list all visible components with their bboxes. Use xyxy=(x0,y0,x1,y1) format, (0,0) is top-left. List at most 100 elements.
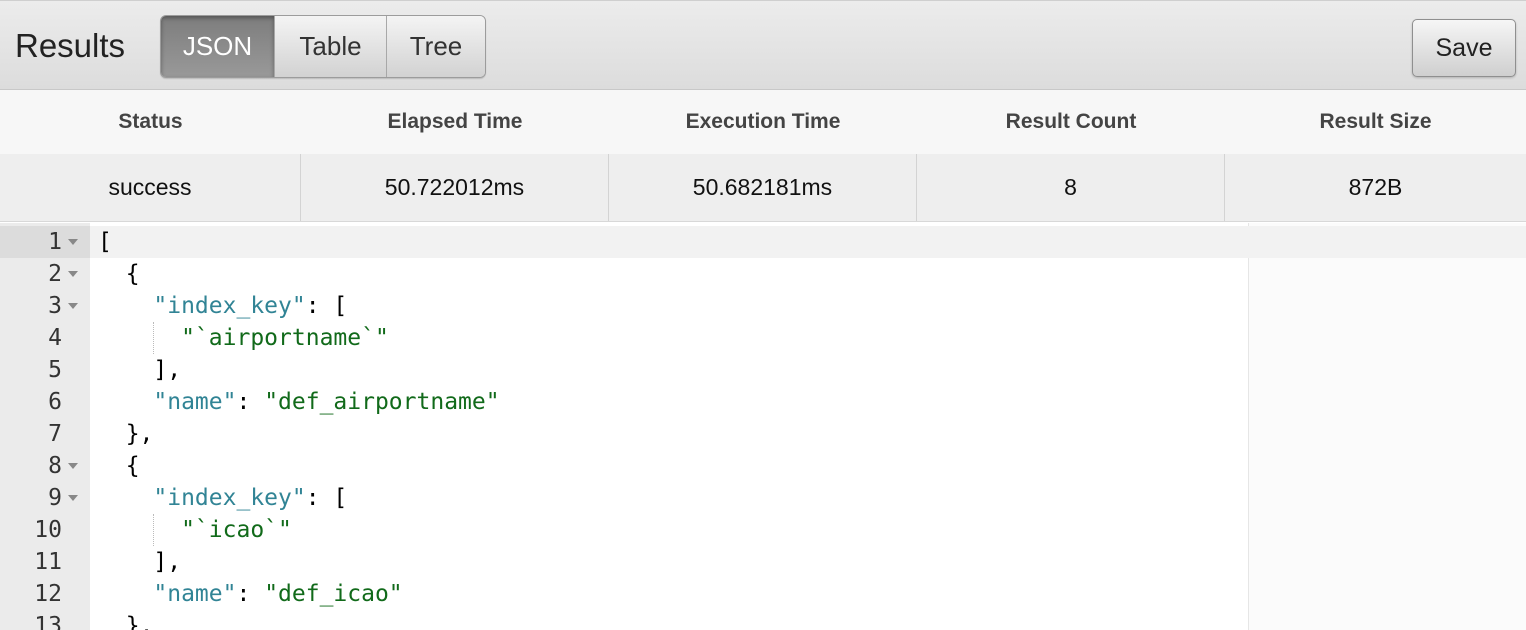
fold-arrow-icon[interactable] xyxy=(68,303,78,309)
code-line[interactable]: 5 ], xyxy=(0,354,1526,386)
code-punctuation: }, xyxy=(98,613,154,630)
fold-arrow-icon[interactable] xyxy=(68,239,78,245)
json-key: "index_key" xyxy=(153,293,306,319)
line-number: 2 xyxy=(0,258,90,290)
line-number: 5 xyxy=(0,354,90,386)
line-number-text: 3 xyxy=(48,293,62,319)
code-text: "`icao`" xyxy=(98,514,292,546)
elapsed-time-header: Elapsed Time xyxy=(387,110,523,133)
json-string-value: "def_icao" xyxy=(264,581,403,607)
fold-arrow-icon[interactable] xyxy=(68,463,78,469)
code-line[interactable]: 9 "index_key": [ xyxy=(0,482,1526,514)
fold-arrow-icon[interactable] xyxy=(68,271,78,277)
code-text: "`airportname`" xyxy=(98,322,389,354)
code-text: }, xyxy=(98,610,154,630)
code-punctuation: ], xyxy=(98,549,182,575)
code-line[interactable]: 6 "name": "def_airportname" xyxy=(0,386,1526,418)
tree-view-button[interactable]: Tree xyxy=(387,16,485,77)
line-number: 9 xyxy=(0,482,90,514)
code-punctuation: { xyxy=(98,453,140,479)
code-text: ], xyxy=(98,546,181,578)
fold-arrow-icon[interactable] xyxy=(68,495,78,501)
indent-guide xyxy=(153,514,155,546)
line-number: 10 xyxy=(0,514,90,546)
line-number-text: 1 xyxy=(48,229,62,255)
code-line[interactable]: 10 "`icao`" xyxy=(0,514,1526,546)
elapsed-time-value: 50.722012ms xyxy=(301,154,609,221)
result-size-header: Result Size xyxy=(1319,110,1432,133)
code-punctuation: : [ xyxy=(305,293,348,319)
line-number-text: 5 xyxy=(48,357,62,383)
code-text: { xyxy=(98,258,140,290)
code-line[interactable]: 12 "name": "def_icao" xyxy=(0,578,1526,610)
view-mode-selector: JSON Table Tree xyxy=(160,15,486,78)
code-punctuation: : [ xyxy=(305,485,348,511)
code-text: "name": "def_airportname" xyxy=(98,386,500,418)
line-number-text: 2 xyxy=(48,261,62,287)
code-punctuation: }, xyxy=(98,421,154,447)
code-text: { xyxy=(98,450,140,482)
line-number: 8 xyxy=(0,450,90,482)
code-text: [ xyxy=(98,226,112,258)
line-number-text: 12 xyxy=(34,581,62,607)
code-line[interactable]: 2 { xyxy=(0,258,1526,290)
execution-time-header: Execution Time xyxy=(685,110,841,133)
code-text: }, xyxy=(98,418,154,450)
json-key: "index_key" xyxy=(153,485,306,511)
json-string-value: "`icao`" xyxy=(181,517,292,543)
line-number: 11 xyxy=(0,546,90,578)
line-number: 12 xyxy=(0,578,90,610)
status-header: Status xyxy=(118,110,183,133)
line-number-text: 11 xyxy=(34,549,62,575)
save-button[interactable]: Save xyxy=(1412,19,1516,77)
line-number: 4 xyxy=(0,322,90,354)
code-punctuation: : xyxy=(236,389,265,415)
code-punctuation: ], xyxy=(98,357,182,383)
json-key: "name" xyxy=(153,389,237,415)
code-text: ], xyxy=(98,354,181,386)
code-line[interactable]: 7 }, xyxy=(0,418,1526,450)
line-number-text: 10 xyxy=(34,517,62,543)
line-number: 3 xyxy=(0,290,90,322)
line-number: 7 xyxy=(0,418,90,450)
line-number: 13 xyxy=(0,610,90,630)
code-line[interactable]: 11 ], xyxy=(0,546,1526,578)
results-toolbar: Results JSON Table Tree Save xyxy=(0,0,1526,90)
code-text: "name": "def_icao" xyxy=(98,578,403,610)
stats-header-row: Status Elapsed Time Execution Time Resul… xyxy=(0,90,1526,154)
json-editor[interactable]: 1[2 {3 "index_key": [4 "`airportname`" 5 … xyxy=(0,223,1526,630)
line-number: 1 xyxy=(0,226,90,258)
line-number-text: 9 xyxy=(48,485,62,511)
table-view-button[interactable]: Table xyxy=(275,16,387,77)
line-number-text: 8 xyxy=(48,453,62,479)
code-text: "index_key": [ xyxy=(98,482,347,514)
results-title: Results xyxy=(15,27,126,64)
json-view-button[interactable]: JSON xyxy=(161,16,275,77)
result-size-value: 872B xyxy=(1348,174,1403,200)
status-value: success xyxy=(0,154,301,221)
code-punctuation: [ xyxy=(98,229,112,255)
code-line[interactable]: 4 "`airportname`" xyxy=(0,322,1526,354)
result-count-value: 8 xyxy=(917,154,1225,221)
line-number-text: 6 xyxy=(48,389,62,415)
json-string-value: "`airportname`" xyxy=(181,325,389,351)
execution-time-value: 50.682181ms xyxy=(609,154,917,221)
line-number-text: 7 xyxy=(48,421,62,447)
code-line[interactable]: 1[ xyxy=(0,226,1526,258)
json-key: "name" xyxy=(153,581,237,607)
result-count-header: Result Count xyxy=(1005,110,1137,133)
code-punctuation: { xyxy=(98,261,140,287)
stats-value-row: success 50.722012ms 50.682181ms 8 872B xyxy=(0,154,1526,222)
code-punctuation: : xyxy=(236,581,265,607)
code-text: "index_key": [ xyxy=(98,290,347,322)
indent-guide xyxy=(153,322,155,354)
code-line[interactable]: 3 "index_key": [ xyxy=(0,290,1526,322)
code-line[interactable]: 13 }, xyxy=(0,610,1526,630)
json-string-value: "def_airportname" xyxy=(264,389,500,415)
code-line[interactable]: 8 { xyxy=(0,450,1526,482)
